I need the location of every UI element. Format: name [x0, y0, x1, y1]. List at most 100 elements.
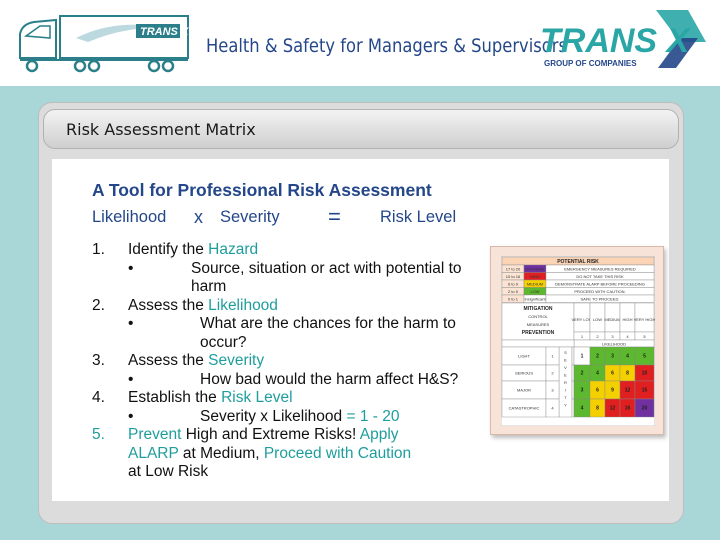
- severity-name: LIGHT: [518, 354, 530, 359]
- spacer-cell: [571, 346, 575, 366]
- risk-action: DO NOT TAKE THIS RISK: [576, 274, 624, 279]
- risk-score: 12: [625, 388, 631, 394]
- likelihood-header: LOW: [593, 317, 602, 322]
- slide-title-bar: Risk Assessment Matrix: [43, 109, 679, 149]
- header-bar: TRANS X Health & Safety for Managers & S…: [0, 0, 720, 86]
- slide-heading: A Tool for Professional Risk Assessment: [92, 180, 432, 200]
- severity-letter: Y: [564, 403, 567, 408]
- severity-letter: I: [565, 388, 566, 393]
- likelihood-header: HIGH: [623, 317, 633, 322]
- likelihood-header: VERY LOW: [572, 317, 593, 322]
- risk-score: 8: [626, 371, 629, 377]
- step-prevent: Prevent: [128, 426, 182, 443]
- risk-range: 6 to 9: [508, 281, 519, 286]
- step-number: 1.: [92, 241, 105, 258]
- spacer-cell: [571, 398, 575, 418]
- step-text: High and Extreme Risks!: [181, 426, 360, 443]
- risk-score: 3: [581, 388, 584, 394]
- sub-item: • What are the chances for the harm to o…: [128, 315, 472, 352]
- step-highlight: Severity: [208, 352, 265, 369]
- step-number: 5.: [92, 426, 105, 443]
- sub-text: Severity x Likelihood: [200, 407, 343, 425]
- step-text: at Medium,: [178, 444, 264, 462]
- severity-name: SERIOUS: [515, 371, 533, 376]
- severity-letter: E: [564, 373, 567, 378]
- risk-score: 16: [625, 406, 631, 412]
- risk-range: 2 to 5: [508, 289, 519, 294]
- likelihood-header: MEDIUM: [604, 317, 620, 322]
- step-number: 3.: [92, 352, 105, 369]
- bullet-icon: •: [128, 259, 134, 277]
- risk-score: 10: [642, 371, 648, 377]
- risk-score: 2: [581, 371, 584, 377]
- mitigation-text: CONTROL: [528, 314, 548, 319]
- list-item: 5. Prevent High and Extreme Risks! Apply…: [92, 426, 428, 482]
- step-proceed: Proceed with Caution: [263, 444, 412, 462]
- truck-logo-icon: TRANS X: [19, 15, 189, 73]
- bullet-icon: •: [128, 315, 134, 332]
- risk-score: 20: [642, 406, 648, 412]
- risk-score: 5: [643, 354, 646, 360]
- likelihood-label: LIKELIHOOD: [602, 342, 626, 347]
- sub-text: How bad would the harm affect H&S?: [200, 370, 459, 388]
- mitigation-text: MITIGATION: [523, 306, 552, 312]
- sub-text: Source, situation or act with potential …: [191, 259, 462, 296]
- list-item: 3. Assess the Severity: [92, 352, 472, 371]
- risk-matrix-table: POTENTIAL RISK 17 to 20 EXTREME EMERGENCY M…: [501, 256, 655, 426]
- step-text: Assess the: [128, 352, 209, 369]
- risk-action: PROCEED WITH CAUTION.: [574, 289, 625, 294]
- step-number: 2.: [92, 296, 105, 314]
- step-highlight: Likelihood: [208, 296, 278, 314]
- risk-score: 2: [596, 354, 599, 360]
- slide-card: Risk Assessment Matrix A Tool for Profes…: [38, 102, 684, 524]
- blank-cell: [501, 339, 575, 348]
- risk-level: EXTREME: [525, 266, 545, 271]
- list-item: 4. Establish the Risk Level: [92, 389, 472, 408]
- formula-severity: Severity: [220, 208, 280, 226]
- severity-name: CATASTROPHIC: [509, 406, 540, 411]
- spacer-cell: [571, 380, 575, 400]
- risk-level: LOW: [530, 289, 539, 294]
- risk-score: 1: [581, 354, 584, 360]
- risk-score: 3: [611, 354, 614, 360]
- matrix-title: POTENTIAL RISK: [557, 259, 599, 265]
- list-item: 1. Identify the Hazard: [92, 241, 472, 260]
- severity-letter: V: [564, 365, 567, 370]
- sub-text: What are the chances for the harm to occ…: [200, 315, 456, 351]
- step-text: Identify the: [128, 241, 209, 258]
- severity-name: MAJOR: [517, 388, 531, 393]
- transx-brand-logo: TRANS X GROUP OF COMPANIES: [540, 10, 706, 68]
- risk-score: 4: [581, 406, 584, 412]
- risk-score: 6: [611, 371, 614, 377]
- step-highlight: Risk Level: [221, 389, 293, 406]
- formula-likelihood: Likelihood: [92, 208, 167, 226]
- risk-matrix-image: POTENTIAL RISK 17 to 20 EXTREME EMERGENCY M…: [490, 246, 664, 435]
- steps-list: 1. Identify the Hazard • Source, situati…: [92, 241, 472, 482]
- risk-action: SAFE TO PROCEED.: [581, 296, 620, 301]
- step-text: Assess the: [128, 296, 209, 314]
- sub-item: • Source, situation or act with potentia…: [128, 260, 472, 297]
- severity-letter: E: [564, 358, 567, 363]
- risk-level: MEDIUM: [527, 281, 543, 286]
- risk-formula: Likelihood x Severity = Risk Level: [92, 204, 492, 232]
- risk-range: 0 to 1: [508, 296, 519, 301]
- step-highlight: Hazard: [208, 241, 259, 258]
- mitigation-text: MEASURES: [527, 322, 550, 327]
- risk-range: 17 to 20: [506, 266, 521, 271]
- sub-item: • How bad would the harm affect H&S?: [128, 371, 472, 390]
- brand-name: TRANS X: [540, 22, 692, 60]
- header-title: Health & Safety for Managers & Superviso…: [206, 35, 567, 57]
- sub-highlight: = 1 - 20: [346, 407, 400, 425]
- slide-content: A Tool for Professional Risk Assessment …: [52, 159, 669, 501]
- risk-score: 8: [596, 406, 599, 412]
- risk-score: 4: [596, 371, 599, 377]
- step-number: 4.: [92, 389, 105, 406]
- risk-score: 12: [610, 406, 616, 412]
- severity-letter: R: [564, 380, 567, 385]
- risk-action: EMERGENCY MEASURES REQUIRED: [564, 266, 636, 271]
- risk-score: 6: [596, 388, 599, 394]
- risk-score: 15: [642, 388, 648, 394]
- risk-level: Insignificant: [524, 296, 546, 301]
- truck-logo-text: TRANS X: [140, 26, 189, 38]
- likelihood-header: VERY HIGH: [634, 317, 655, 322]
